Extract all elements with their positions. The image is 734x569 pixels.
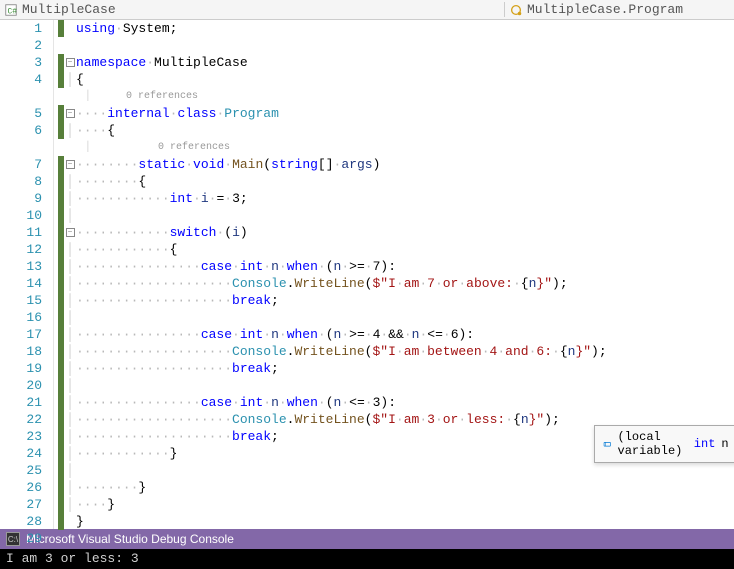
csharp-project-icon: C# <box>4 3 18 17</box>
local-variable-icon <box>603 437 612 451</box>
breadcrumb-project-label: MultipleCase <box>22 2 116 17</box>
breadcrumb-class-label: MultipleCase.Program <box>527 2 683 17</box>
line-number-gutter: 1 2 3 4 5 6 7 8 9 10 11 12 13 14 15 16 1… <box>0 20 58 529</box>
fold-toggle[interactable]: − <box>66 228 75 237</box>
code-content[interactable]: using·System; −namespace·MultipleCase │{… <box>58 20 734 529</box>
codelens-references[interactable]: 0 references <box>94 139 230 156</box>
fold-toggle[interactable]: − <box>66 109 75 118</box>
fold-toggle[interactable]: − <box>66 58 75 67</box>
console-output: I am 3 or less: 3 <box>0 549 734 569</box>
console-output-text: I am 3 or less: 3 <box>6 551 139 566</box>
breadcrumb-bar: C# MultipleCase MultipleCase.Program <box>0 0 734 20</box>
tooltip-type: int <box>694 437 716 451</box>
breadcrumb-class[interactable]: MultipleCase.Program <box>504 2 734 17</box>
fold-toggle[interactable]: − <box>66 160 75 169</box>
breadcrumb-project[interactable]: C# MultipleCase <box>0 2 120 17</box>
code-editor[interactable]: 1 2 3 4 5 6 7 8 9 10 11 12 13 14 15 16 1… <box>0 20 734 529</box>
tooltip-label: (local variable) <box>618 430 688 458</box>
svg-text:C#: C# <box>8 7 18 16</box>
tooltip-name: n <box>721 437 728 451</box>
codelens-references[interactable]: 0 references <box>94 88 198 105</box>
class-icon <box>509 3 523 17</box>
intellisense-tooltip: (local variable) int n <box>594 425 734 463</box>
